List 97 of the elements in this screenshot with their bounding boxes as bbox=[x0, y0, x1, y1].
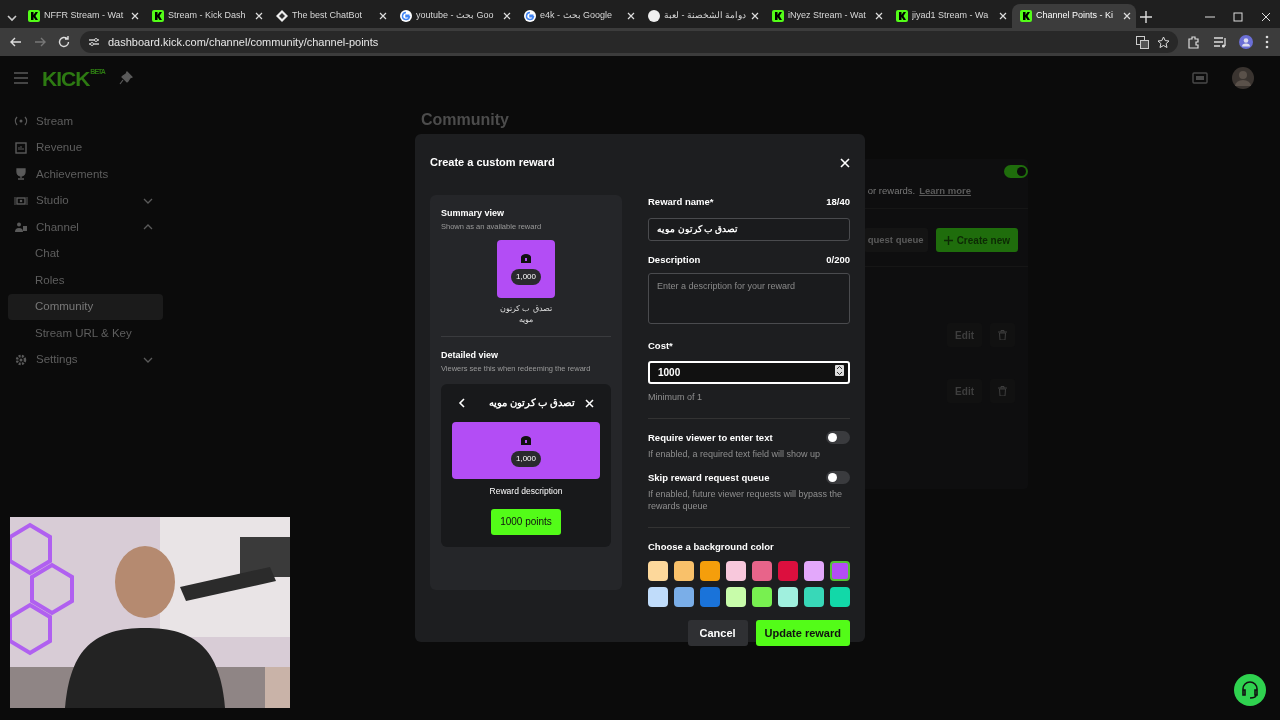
translate-icon[interactable] bbox=[1136, 35, 1149, 49]
chevron-down-icon[interactable] bbox=[143, 197, 153, 204]
spinner-icon[interactable] bbox=[835, 365, 844, 377]
browser-tab[interactable]: Stream - Kick Dash bbox=[144, 4, 268, 28]
field-label: Description bbox=[648, 252, 701, 267]
browser-tab[interactable]: The best ChatBot bbox=[268, 4, 392, 28]
color-swatch[interactable] bbox=[648, 587, 668, 608]
favicon-icon bbox=[772, 10, 784, 22]
pin-icon[interactable] bbox=[118, 71, 133, 85]
cost-pill: 1,000 bbox=[511, 268, 541, 285]
favicon-icon bbox=[28, 10, 40, 22]
chevron-up-icon[interactable] bbox=[143, 224, 153, 231]
color-swatch[interactable] bbox=[830, 587, 850, 608]
cancel-button[interactable]: Cancel bbox=[687, 620, 748, 647]
trash-icon bbox=[998, 386, 1007, 397]
cost-pill: 1,000 bbox=[511, 450, 541, 467]
close-icon[interactable] bbox=[378, 11, 388, 21]
section-title: Summary view bbox=[441, 207, 506, 220]
favicon-icon bbox=[648, 10, 660, 22]
favicon-icon bbox=[276, 10, 288, 22]
chest-icon bbox=[520, 252, 532, 264]
points-button[interactable]: 1000 points bbox=[491, 508, 561, 535]
description-field[interactable]: Enter a description for your reward bbox=[648, 273, 850, 324]
color-swatch[interactable] bbox=[752, 561, 772, 582]
field-label: Choose a background color bbox=[648, 540, 775, 555]
character-count: 0/200 bbox=[826, 252, 850, 267]
close-icon[interactable] bbox=[130, 11, 140, 21]
toggle-switch[interactable] bbox=[826, 431, 850, 445]
browser-tab[interactable]: jiyad1 Stream - Wa bbox=[888, 4, 1012, 28]
color-swatch[interactable] bbox=[830, 561, 850, 582]
page-title: Community bbox=[421, 110, 510, 130]
profile-icon[interactable] bbox=[1238, 34, 1254, 50]
toggle-label: Require viewer to enter text bbox=[648, 430, 773, 445]
trash-icon bbox=[998, 330, 1007, 341]
google-icon bbox=[524, 10, 536, 22]
people-icon bbox=[14, 220, 28, 235]
browser-tab[interactable]: iNyez Stream - Wat bbox=[764, 4, 888, 28]
chevron-down-icon[interactable] bbox=[143, 356, 153, 363]
field-label: Cost* bbox=[648, 339, 673, 353]
close-icon[interactable] bbox=[626, 11, 636, 21]
color-swatch[interactable] bbox=[674, 587, 694, 608]
color-swatch[interactable] bbox=[752, 587, 772, 608]
close-icon[interactable] bbox=[1122, 11, 1132, 21]
favicon-icon bbox=[896, 10, 908, 22]
color-swatch[interactable] bbox=[726, 587, 746, 608]
close-icon[interactable] bbox=[998, 11, 1008, 21]
color-swatch[interactable] bbox=[778, 587, 798, 608]
reload-icon[interactable] bbox=[56, 34, 72, 50]
avatar[interactable] bbox=[1232, 67, 1254, 89]
reward-name: تصدق ب كرتون مويه bbox=[488, 395, 575, 411]
reward-tile[interactable]: 1,000 bbox=[497, 239, 555, 298]
color-swatch[interactable] bbox=[648, 561, 668, 582]
browser-tab[interactable]: دوامة الشخصنة - لعبة bbox=[640, 4, 764, 28]
chest-icon bbox=[520, 434, 532, 446]
favicon-icon bbox=[1020, 10, 1032, 22]
cost-field[interactable]: 1000 bbox=[648, 361, 850, 385]
close-icon[interactable] bbox=[254, 11, 264, 21]
info-text: or rewards. bbox=[867, 184, 916, 199]
browser-tab[interactable]: youtube - بحث Goo bbox=[392, 4, 516, 28]
close-icon[interactable] bbox=[750, 11, 760, 21]
close-icon[interactable] bbox=[874, 11, 884, 21]
color-swatch[interactable] bbox=[804, 587, 824, 608]
browser-tab[interactable]: Channel Points - Ki bbox=[1012, 4, 1136, 28]
browser-tab[interactable]: NFFR Stream - Wat bbox=[20, 4, 144, 28]
toggle-label: Skip reward request queue bbox=[648, 470, 770, 485]
toggle-switch[interactable] bbox=[826, 471, 850, 485]
name-field[interactable]: تصدق ب كرتون مويه bbox=[648, 217, 850, 241]
star-icon[interactable] bbox=[1157, 35, 1170, 49]
sidebar-item[interactable]: Community bbox=[8, 293, 163, 320]
color-swatch[interactable] bbox=[700, 587, 720, 608]
color-swatch[interactable] bbox=[700, 561, 720, 582]
reward-name: تصدق ب كرتون مويه bbox=[499, 302, 553, 326]
chart-icon bbox=[14, 140, 28, 155]
help-chat-button[interactable] bbox=[1234, 674, 1266, 706]
plus-icon bbox=[943, 235, 953, 245]
google-icon bbox=[400, 10, 412, 22]
color-swatch[interactable] bbox=[778, 561, 798, 582]
back-icon[interactable] bbox=[458, 398, 465, 408]
color-swatch[interactable] bbox=[804, 561, 824, 582]
hint-text: Minimum of 1 bbox=[648, 391, 703, 405]
site-info-icon[interactable] bbox=[88, 36, 100, 48]
update-reward-button[interactable]: Update reward bbox=[755, 620, 850, 647]
browser-tab[interactable]: e4k - بحث Google bbox=[516, 4, 640, 28]
field-label: Reward name* bbox=[648, 195, 714, 209]
character-count: 18/40 bbox=[826, 195, 850, 209]
settings-icon bbox=[14, 352, 28, 367]
toggle-switch[interactable] bbox=[1004, 165, 1028, 179]
color-swatch[interactable] bbox=[726, 561, 746, 582]
close-icon[interactable] bbox=[502, 11, 512, 21]
reward-description: Reward description bbox=[488, 485, 564, 498]
color-swatch[interactable] bbox=[674, 561, 694, 582]
favicon-icon bbox=[152, 10, 164, 22]
help-text: If enabled, future viewer requests will bypass the rewards queue bbox=[648, 487, 844, 514]
dialog-title: Create a custom reward bbox=[430, 156, 555, 170]
section-title: Detailed view bbox=[441, 349, 500, 363]
help-text: If enabled, a required text field will show up bbox=[648, 448, 822, 461]
trophy-icon bbox=[14, 167, 28, 182]
